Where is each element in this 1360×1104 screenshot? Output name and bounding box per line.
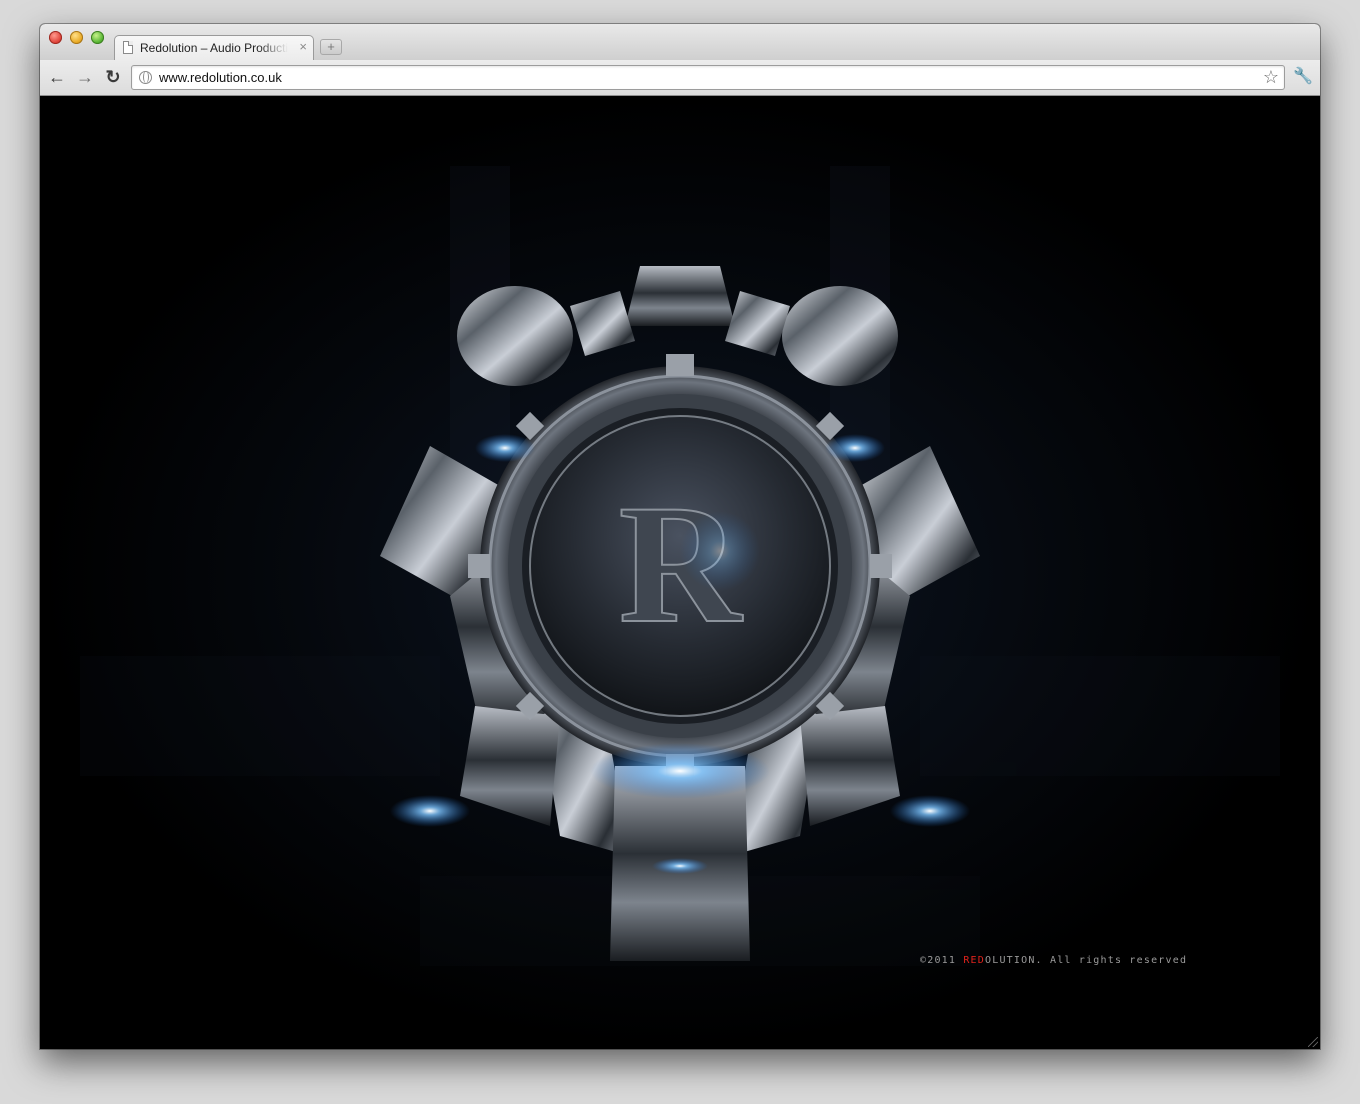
browser-window: Redolution – Audio Productions × + ← → ↻… bbox=[40, 24, 1320, 1049]
copyright-text: ©2011 REDOLUTION. All rights reserved bbox=[920, 955, 1188, 966]
page-icon bbox=[123, 41, 133, 54]
reload-button[interactable]: ↻ bbox=[102, 67, 124, 87]
url-text[interactable]: www.redolution.co.uk bbox=[159, 70, 282, 85]
back-button[interactable]: ← bbox=[46, 67, 68, 87]
tab-close-icon[interactable]: × bbox=[299, 39, 307, 55]
tab-title: Redolution – Audio Productions bbox=[140, 41, 288, 55]
maximize-window-button[interactable] bbox=[91, 31, 104, 44]
title-bar: Redolution – Audio Productions × + bbox=[40, 24, 1320, 60]
resize-grip[interactable] bbox=[1308, 1037, 1318, 1047]
toolbar: ← → ↻ www.redolution.co.uk ☆ 🔧 bbox=[40, 60, 1320, 96]
new-tab-button[interactable]: + bbox=[320, 39, 342, 55]
redolution-logo-emblem[interactable]: R bbox=[40, 96, 1320, 1049]
globe-icon bbox=[139, 71, 152, 84]
tab-redolution[interactable]: Redolution – Audio Productions × bbox=[114, 35, 314, 60]
page-content: R ©2011 REDOLUTION. All rights reserved bbox=[40, 96, 1320, 1049]
bookmark-star-icon[interactable]: ☆ bbox=[1263, 67, 1279, 87]
wrench-menu-button[interactable]: 🔧 bbox=[1292, 67, 1314, 87]
brand-red-text: RED bbox=[963, 955, 985, 966]
close-window-button[interactable] bbox=[49, 31, 62, 44]
minimize-window-button[interactable] bbox=[70, 31, 83, 44]
forward-button[interactable]: → bbox=[74, 67, 96, 87]
address-bar[interactable]: www.redolution.co.uk ☆ bbox=[131, 65, 1285, 90]
